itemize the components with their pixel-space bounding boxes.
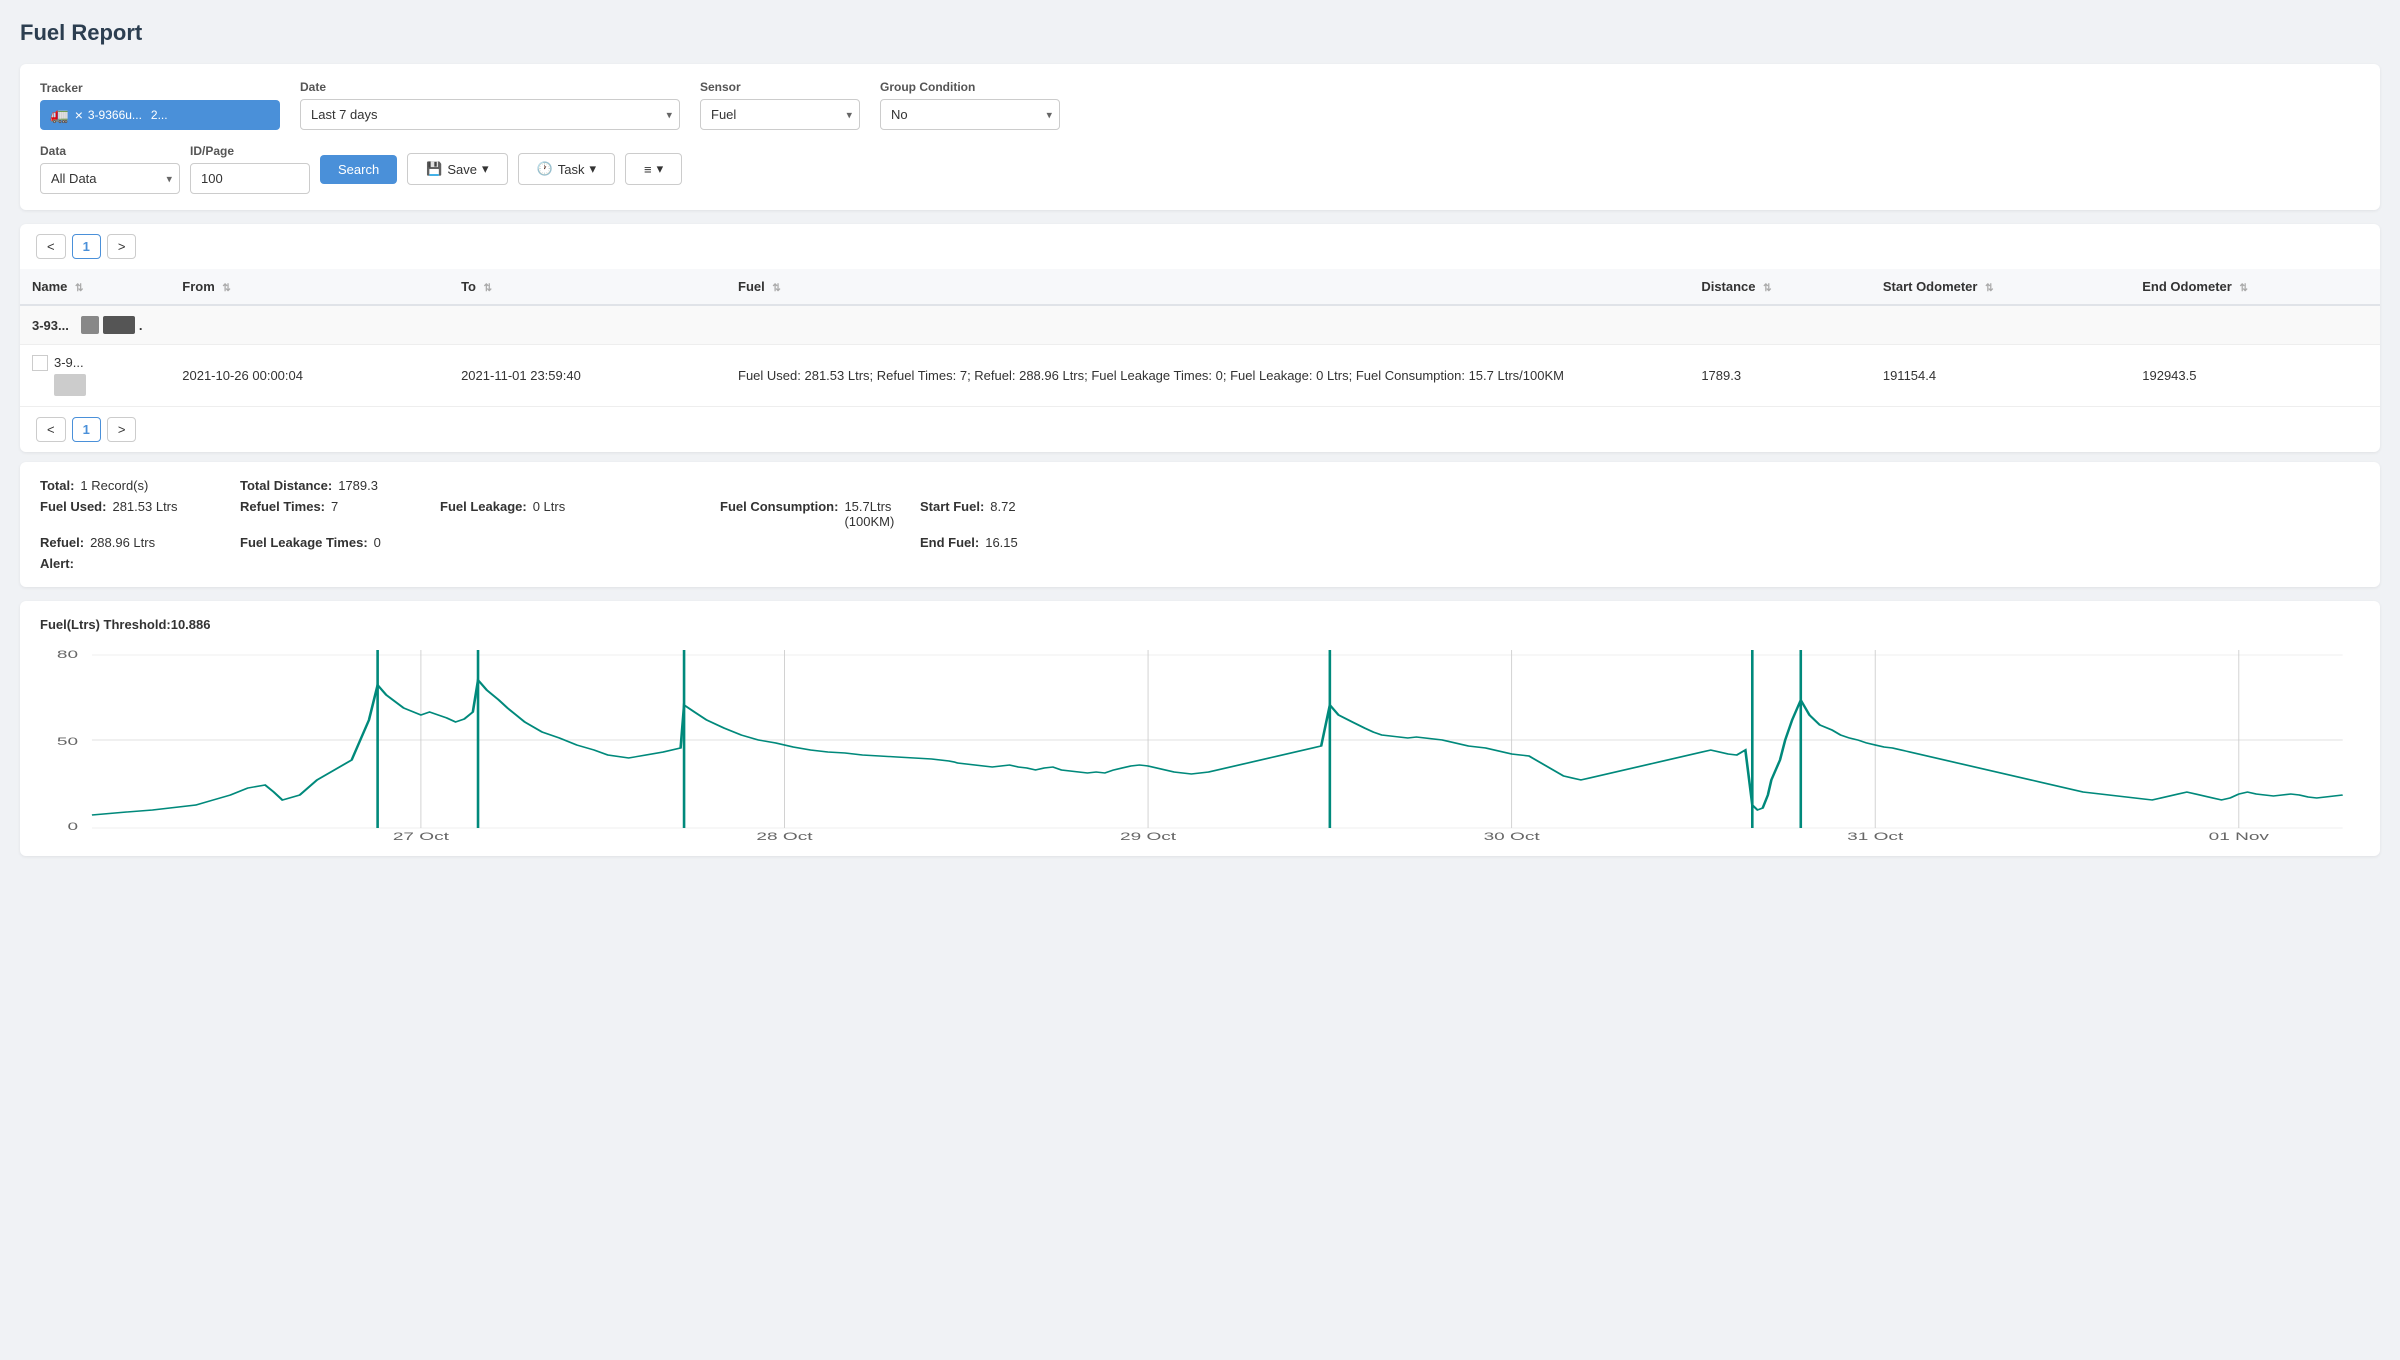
current-page-bottom: 1 <box>72 417 101 442</box>
row-thumbnail <box>54 374 86 396</box>
tracker-tag: × 3-9366u... 2... <box>75 107 168 123</box>
fuel-leakage-times-value: 0 <box>374 535 381 550</box>
svg-text:28 Oct: 28 Oct <box>756 831 813 840</box>
svg-text:01 Nov: 01 Nov <box>2209 831 2270 840</box>
fuel-leakage-times-label: Fuel Leakage Times: <box>240 535 368 550</box>
save-dropdown-icon: ▾ <box>482 161 489 177</box>
group-icon-box2 <box>103 316 135 334</box>
id-page-label: ID/Page <box>190 144 310 158</box>
chart-container: 80 50 0 <box>40 640 2360 840</box>
col-to[interactable]: To ⇅ <box>449 269 726 305</box>
fuel-consumption-value: 15.7Ltrs (100KM) <box>844 499 920 529</box>
sort-end-odo-icon: ⇅ <box>2239 283 2247 294</box>
fuel-leakage-value: 0 Ltrs <box>533 499 566 529</box>
data-filter-label: Data <box>40 144 180 158</box>
svg-text:31 Oct: 31 Oct <box>1847 831 1904 840</box>
next-page-button-bottom[interactable]: > <box>107 417 137 442</box>
fuel-chart: 80 50 0 <box>40 640 2360 840</box>
tracker-close-icon[interactable]: × <box>75 107 83 123</box>
table-row: 3-9... 2021-10-26 00:00:04 2021-11-01 23… <box>20 345 2380 407</box>
refuel-times-value: 7 <box>331 499 338 529</box>
sort-fuel-icon: ⇅ <box>772 283 780 294</box>
col-end-odo[interactable]: End Odometer ⇅ <box>2130 269 2380 305</box>
svg-text:29 Oct: 29 Oct <box>1120 831 1177 840</box>
sensor-select[interactable]: Fuel Temperature <box>700 99 860 130</box>
col-distance[interactable]: Distance ⇅ <box>1689 269 1871 305</box>
svg-text:80: 80 <box>57 649 79 661</box>
refuel-times-label: Refuel Times: <box>240 499 325 529</box>
sensor-label: Sensor <box>700 80 860 94</box>
task-icon: 🕐 <box>537 161 553 177</box>
next-page-button[interactable]: > <box>107 234 137 259</box>
cell-to: 2021-11-01 23:59:40 <box>449 345 726 407</box>
group-condition-label: Group Condition <box>880 80 1060 94</box>
group-icon-dot: . <box>139 318 143 333</box>
fuel-consumption-label: Fuel Consumption: <box>720 499 838 529</box>
cell-fuel: Fuel Used: 281.53 Ltrs; Refuel Times: 7;… <box>726 345 1689 407</box>
menu-dropdown-icon: ▾ <box>657 161 664 177</box>
group-row-icons: 3-93... . <box>32 316 142 334</box>
col-name[interactable]: Name ⇅ <box>20 269 170 305</box>
data-filter-select[interactable]: All Data Summary <box>40 163 180 194</box>
cell-name: 3-9... <box>20 345 170 407</box>
sort-distance-icon: ⇅ <box>1763 283 1771 294</box>
fuel-used-value: 281.53 Ltrs <box>112 499 177 529</box>
sort-name-icon: ⇅ <box>75 283 83 294</box>
search-button[interactable]: Search <box>320 155 397 184</box>
prev-page-button[interactable]: < <box>36 234 66 259</box>
row-checkbox[interactable] <box>32 355 48 371</box>
cell-end-odo: 192943.5 <box>2130 345 2380 407</box>
date-label: Date <box>300 80 680 94</box>
top-pagination: < 1 > <box>20 224 2380 269</box>
refuel-label: Refuel: <box>40 535 84 550</box>
task-dropdown-icon: ▾ <box>589 161 596 177</box>
truck-icon: 🚛 <box>50 106 69 124</box>
refuel-value: 288.96 Ltrs <box>90 535 155 550</box>
chart-title: Fuel(Ltrs) Threshold:10.886 <box>40 617 2360 632</box>
total-distance-label: Total Distance: <box>240 478 332 493</box>
current-page: 1 <box>72 234 101 259</box>
end-fuel-value: 16.15 <box>985 535 1018 550</box>
sort-to-icon: ⇅ <box>484 283 492 294</box>
svg-text:27 Oct: 27 Oct <box>393 831 450 840</box>
svg-text:0: 0 <box>67 821 78 833</box>
col-from[interactable]: From ⇅ <box>170 269 449 305</box>
svg-text:50: 50 <box>57 736 79 748</box>
total-distance-value: 1789.3 <box>338 478 378 493</box>
tracker-label: Tracker <box>40 81 280 95</box>
sort-start-odo-icon: ⇅ <box>1985 283 1993 294</box>
end-fuel-label: End Fuel: <box>920 535 979 550</box>
bottom-pagination: < 1 > <box>20 407 2380 452</box>
cell-distance: 1789.3 <box>1689 345 1871 407</box>
sort-from-icon: ⇅ <box>222 283 230 294</box>
fuel-used-label: Fuel Used: <box>40 499 106 529</box>
group-row-name: 3-93... <box>32 318 69 333</box>
group-condition-select[interactable]: No Yes <box>880 99 1060 130</box>
cell-from: 2021-10-26 00:00:04 <box>170 345 449 407</box>
svg-text:30 Oct: 30 Oct <box>1484 831 1541 840</box>
prev-page-button-bottom[interactable]: < <box>36 417 66 442</box>
alert-label: Alert: <box>40 556 74 571</box>
menu-button[interactable]: ≡ ▾ <box>625 153 682 185</box>
col-start-odo[interactable]: Start Odometer ⇅ <box>1871 269 2130 305</box>
start-fuel-label: Start Fuel: <box>920 499 984 529</box>
task-button[interactable]: 🕐 Task ▾ <box>518 153 615 185</box>
table-group-row: 3-93... . <box>20 305 2380 345</box>
total-value: 1 Record(s) <box>80 478 148 493</box>
id-page-input[interactable] <box>190 163 310 194</box>
page-title: Fuel Report <box>20 20 2380 46</box>
start-fuel-value: 8.72 <box>990 499 1015 529</box>
save-icon: 💾 <box>426 161 442 177</box>
col-fuel[interactable]: Fuel ⇅ <box>726 269 1689 305</box>
date-select[interactable]: Last 7 days Last 30 days Custom <box>300 99 680 130</box>
total-label: Total: <box>40 478 74 493</box>
tracker-input[interactable]: 🚛 × 3-9366u... 2... <box>40 100 280 130</box>
save-button[interactable]: 💾 Save ▾ <box>407 153 507 185</box>
chart-section: Fuel(Ltrs) Threshold:10.886 80 50 0 <box>20 601 2380 856</box>
fuel-table: Name ⇅ From ⇅ To ⇅ Fuel ⇅ <box>20 269 2380 407</box>
group-icon-box1 <box>81 316 99 334</box>
fuel-leakage-label: Fuel Leakage: <box>440 499 527 529</box>
summary-section: Total: 1 Record(s) Total Distance: 1789.… <box>20 462 2380 587</box>
cell-start-odo: 191154.4 <box>1871 345 2130 407</box>
